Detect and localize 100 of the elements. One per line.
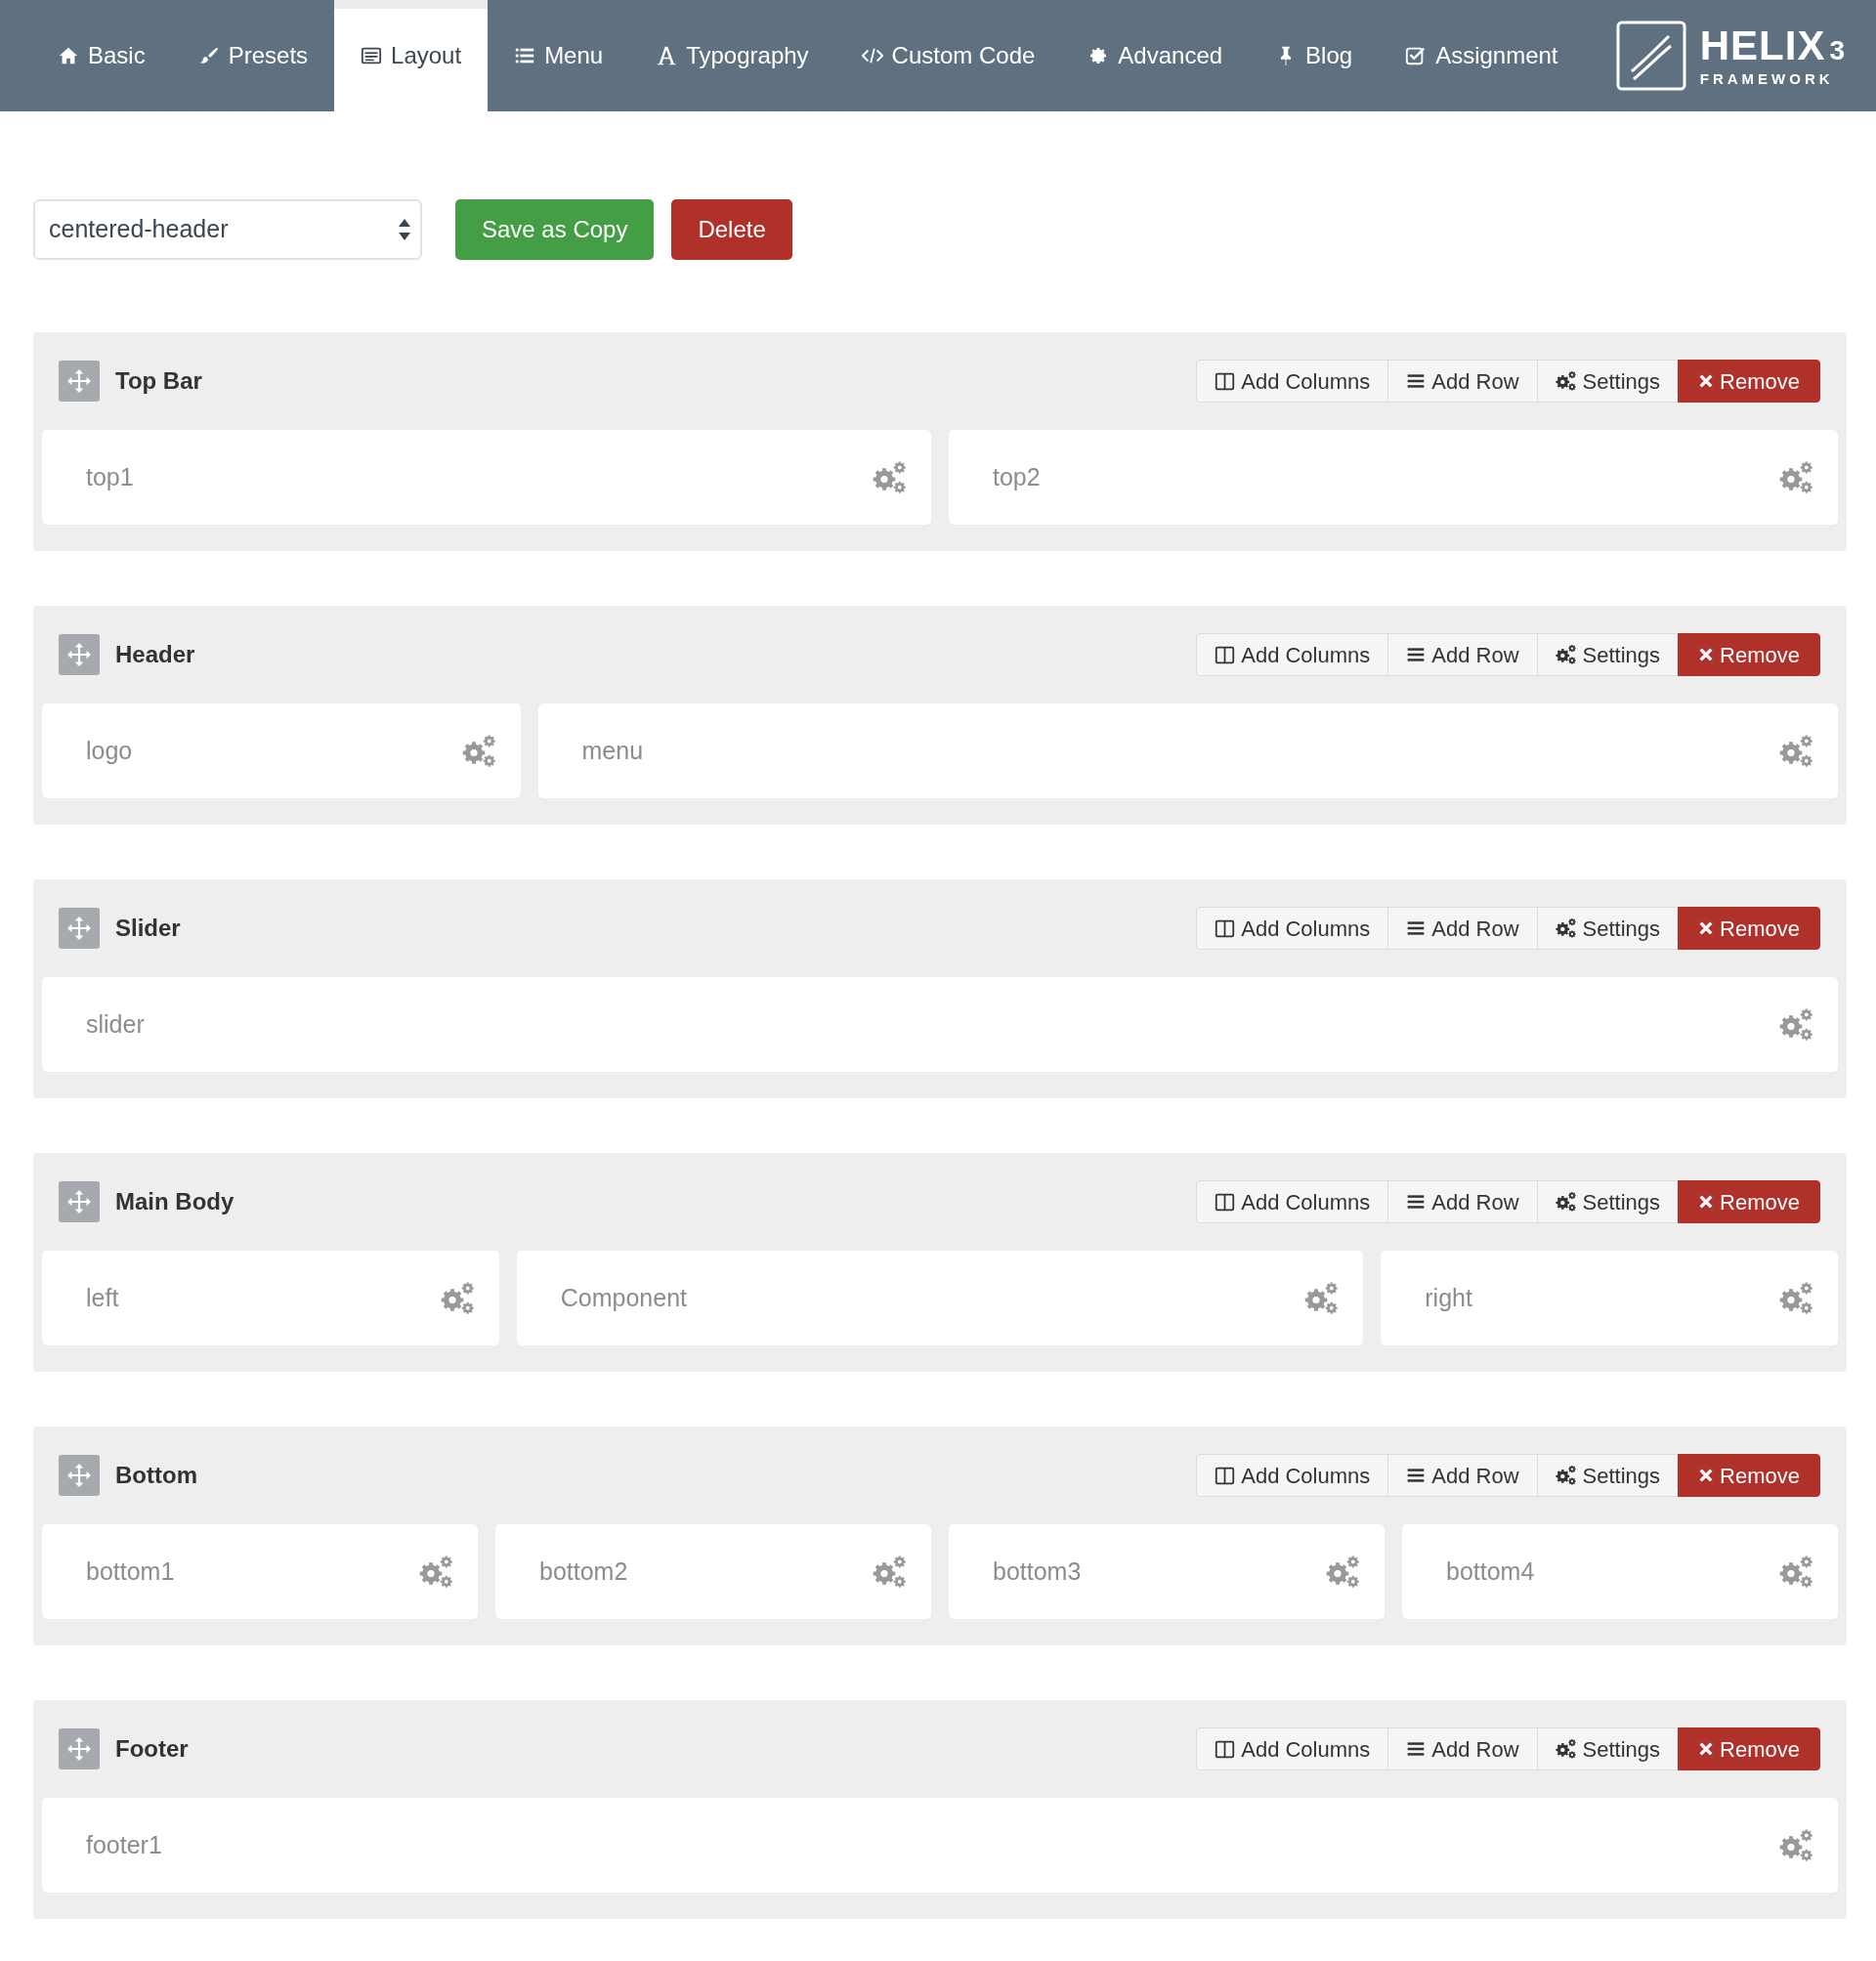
gears-icon (1555, 1191, 1577, 1213)
column-name: left (86, 1282, 119, 1313)
menu-icon (1406, 1192, 1427, 1212)
gears-icon (1555, 917, 1577, 939)
remove-button[interactable]: Remove (1678, 1454, 1820, 1497)
move-handle[interactable] (59, 1181, 100, 1222)
gears-icon[interactable] (461, 733, 497, 769)
section-title: Top Bar (115, 366, 202, 396)
section-title: Main Body (115, 1187, 234, 1216)
add-row-button[interactable]: Add Row (1387, 1727, 1538, 1770)
settings-button[interactable]: Settings (1536, 633, 1680, 676)
remove-button[interactable]: Remove (1678, 360, 1820, 403)
move-handle[interactable] (59, 908, 100, 949)
column-name: bottom3 (993, 1556, 1082, 1587)
move-icon (66, 916, 92, 941)
checkbox-icon (1405, 45, 1428, 66)
nav-tab[interactable]: Blog (1249, 0, 1380, 111)
move-icon (66, 1736, 92, 1762)
columns-icon (1215, 644, 1236, 665)
gears-icon (1555, 1465, 1577, 1486)
settings-button[interactable]: Settings (1536, 1727, 1680, 1770)
column-name: bottom2 (539, 1556, 628, 1587)
move-icon (66, 368, 92, 394)
nav-tab[interactable]: Layout (334, 0, 489, 111)
column-name: top2 (993, 461, 1041, 492)
gears-icon[interactable] (1779, 1280, 1814, 1316)
gears-icon[interactable] (1779, 1006, 1814, 1043)
columns-icon (1215, 1465, 1236, 1486)
column-name: footer1 (86, 1829, 162, 1860)
column-name: menu (581, 735, 644, 766)
close-icon (1698, 1468, 1715, 1483)
add-columns-button[interactable]: Add Columns (1196, 1454, 1389, 1497)
column-name: bottom1 (86, 1556, 175, 1587)
section-title: Header (115, 640, 195, 669)
settings-button[interactable]: Settings (1536, 360, 1680, 403)
logo-text: HELIX (1699, 25, 1826, 66)
nav-tab[interactable]: Menu (488, 0, 630, 111)
list-box-icon (361, 45, 383, 66)
gears-icon[interactable] (1779, 459, 1814, 495)
add-columns-button[interactable]: Add Columns (1196, 360, 1389, 403)
column-name: top1 (86, 461, 134, 492)
add-columns-button[interactable]: Add Columns (1196, 907, 1389, 950)
menu-icon (1406, 1466, 1427, 1485)
close-icon (1698, 373, 1715, 389)
settings-button[interactable]: Settings (1536, 1180, 1680, 1223)
column-name: bottom4 (1446, 1556, 1535, 1587)
column-name: logo (86, 735, 133, 766)
nav-tab[interactable]: Presets (171, 0, 335, 111)
gears-icon[interactable] (440, 1280, 476, 1316)
nav-tab[interactable]: Assignment (1379, 0, 1585, 111)
add-columns-button[interactable]: Add Columns (1196, 1727, 1389, 1770)
add-row-button[interactable]: Add Row (1387, 633, 1538, 676)
remove-button[interactable]: Remove (1678, 907, 1820, 950)
gears-icon[interactable] (873, 459, 908, 495)
add-columns-button[interactable]: Add Columns (1196, 633, 1389, 676)
move-icon (66, 1463, 92, 1488)
delete-button[interactable]: Delete (671, 199, 792, 260)
remove-button[interactable]: Remove (1678, 1727, 1820, 1770)
settings-button[interactable]: Settings (1536, 907, 1680, 950)
columns-icon (1215, 1738, 1236, 1760)
gears-icon (1555, 370, 1577, 392)
layout-select[interactable]: centered-header (33, 199, 422, 260)
close-icon (1698, 1194, 1715, 1210)
nav-tab[interactable]: Typography (629, 0, 835, 111)
gears-icon[interactable] (419, 1554, 454, 1590)
move-handle[interactable] (59, 634, 100, 675)
section-title: Footer (115, 1734, 189, 1764)
column-name: right (1425, 1282, 1472, 1313)
gears-icon[interactable] (1779, 1554, 1814, 1590)
gears-icon[interactable] (1304, 1280, 1341, 1316)
move-icon (66, 1189, 92, 1215)
add-columns-button[interactable]: Add Columns (1196, 1180, 1389, 1223)
menu-icon (1406, 918, 1427, 938)
remove-button[interactable]: Remove (1678, 1180, 1820, 1223)
gears-icon[interactable] (873, 1554, 908, 1590)
settings-button[interactable]: Settings (1536, 1454, 1680, 1497)
section-title: Slider (115, 914, 181, 943)
menu-icon (1406, 645, 1427, 664)
gears-icon (1555, 1738, 1577, 1760)
add-row-button[interactable]: Add Row (1387, 907, 1538, 950)
nav-tab[interactable]: Custom Code (834, 0, 1062, 111)
add-row-button[interactable]: Add Row (1387, 1454, 1538, 1497)
move-handle[interactable] (59, 1455, 100, 1496)
add-row-button[interactable]: Add Row (1387, 1180, 1538, 1223)
add-row-button[interactable]: Add Row (1387, 360, 1538, 403)
column-name: slider (86, 1008, 145, 1040)
nav-tab[interactable]: Basic (31, 0, 172, 111)
home-icon (58, 45, 79, 66)
logo-tagline: FRAMEWORK (1699, 71, 1835, 86)
logo-version: 3 (1829, 34, 1845, 67)
move-handle[interactable] (59, 361, 100, 402)
gears-icon[interactable] (1326, 1554, 1361, 1590)
remove-button[interactable]: Remove (1678, 633, 1820, 676)
close-icon (1698, 920, 1715, 936)
gears-icon[interactable] (1779, 1827, 1814, 1863)
move-handle[interactable] (59, 1728, 100, 1769)
gears-icon[interactable] (1779, 733, 1814, 769)
close-icon (1698, 647, 1715, 662)
columns-icon (1215, 1191, 1236, 1213)
nav-tab[interactable]: Advanced (1061, 0, 1250, 111)
